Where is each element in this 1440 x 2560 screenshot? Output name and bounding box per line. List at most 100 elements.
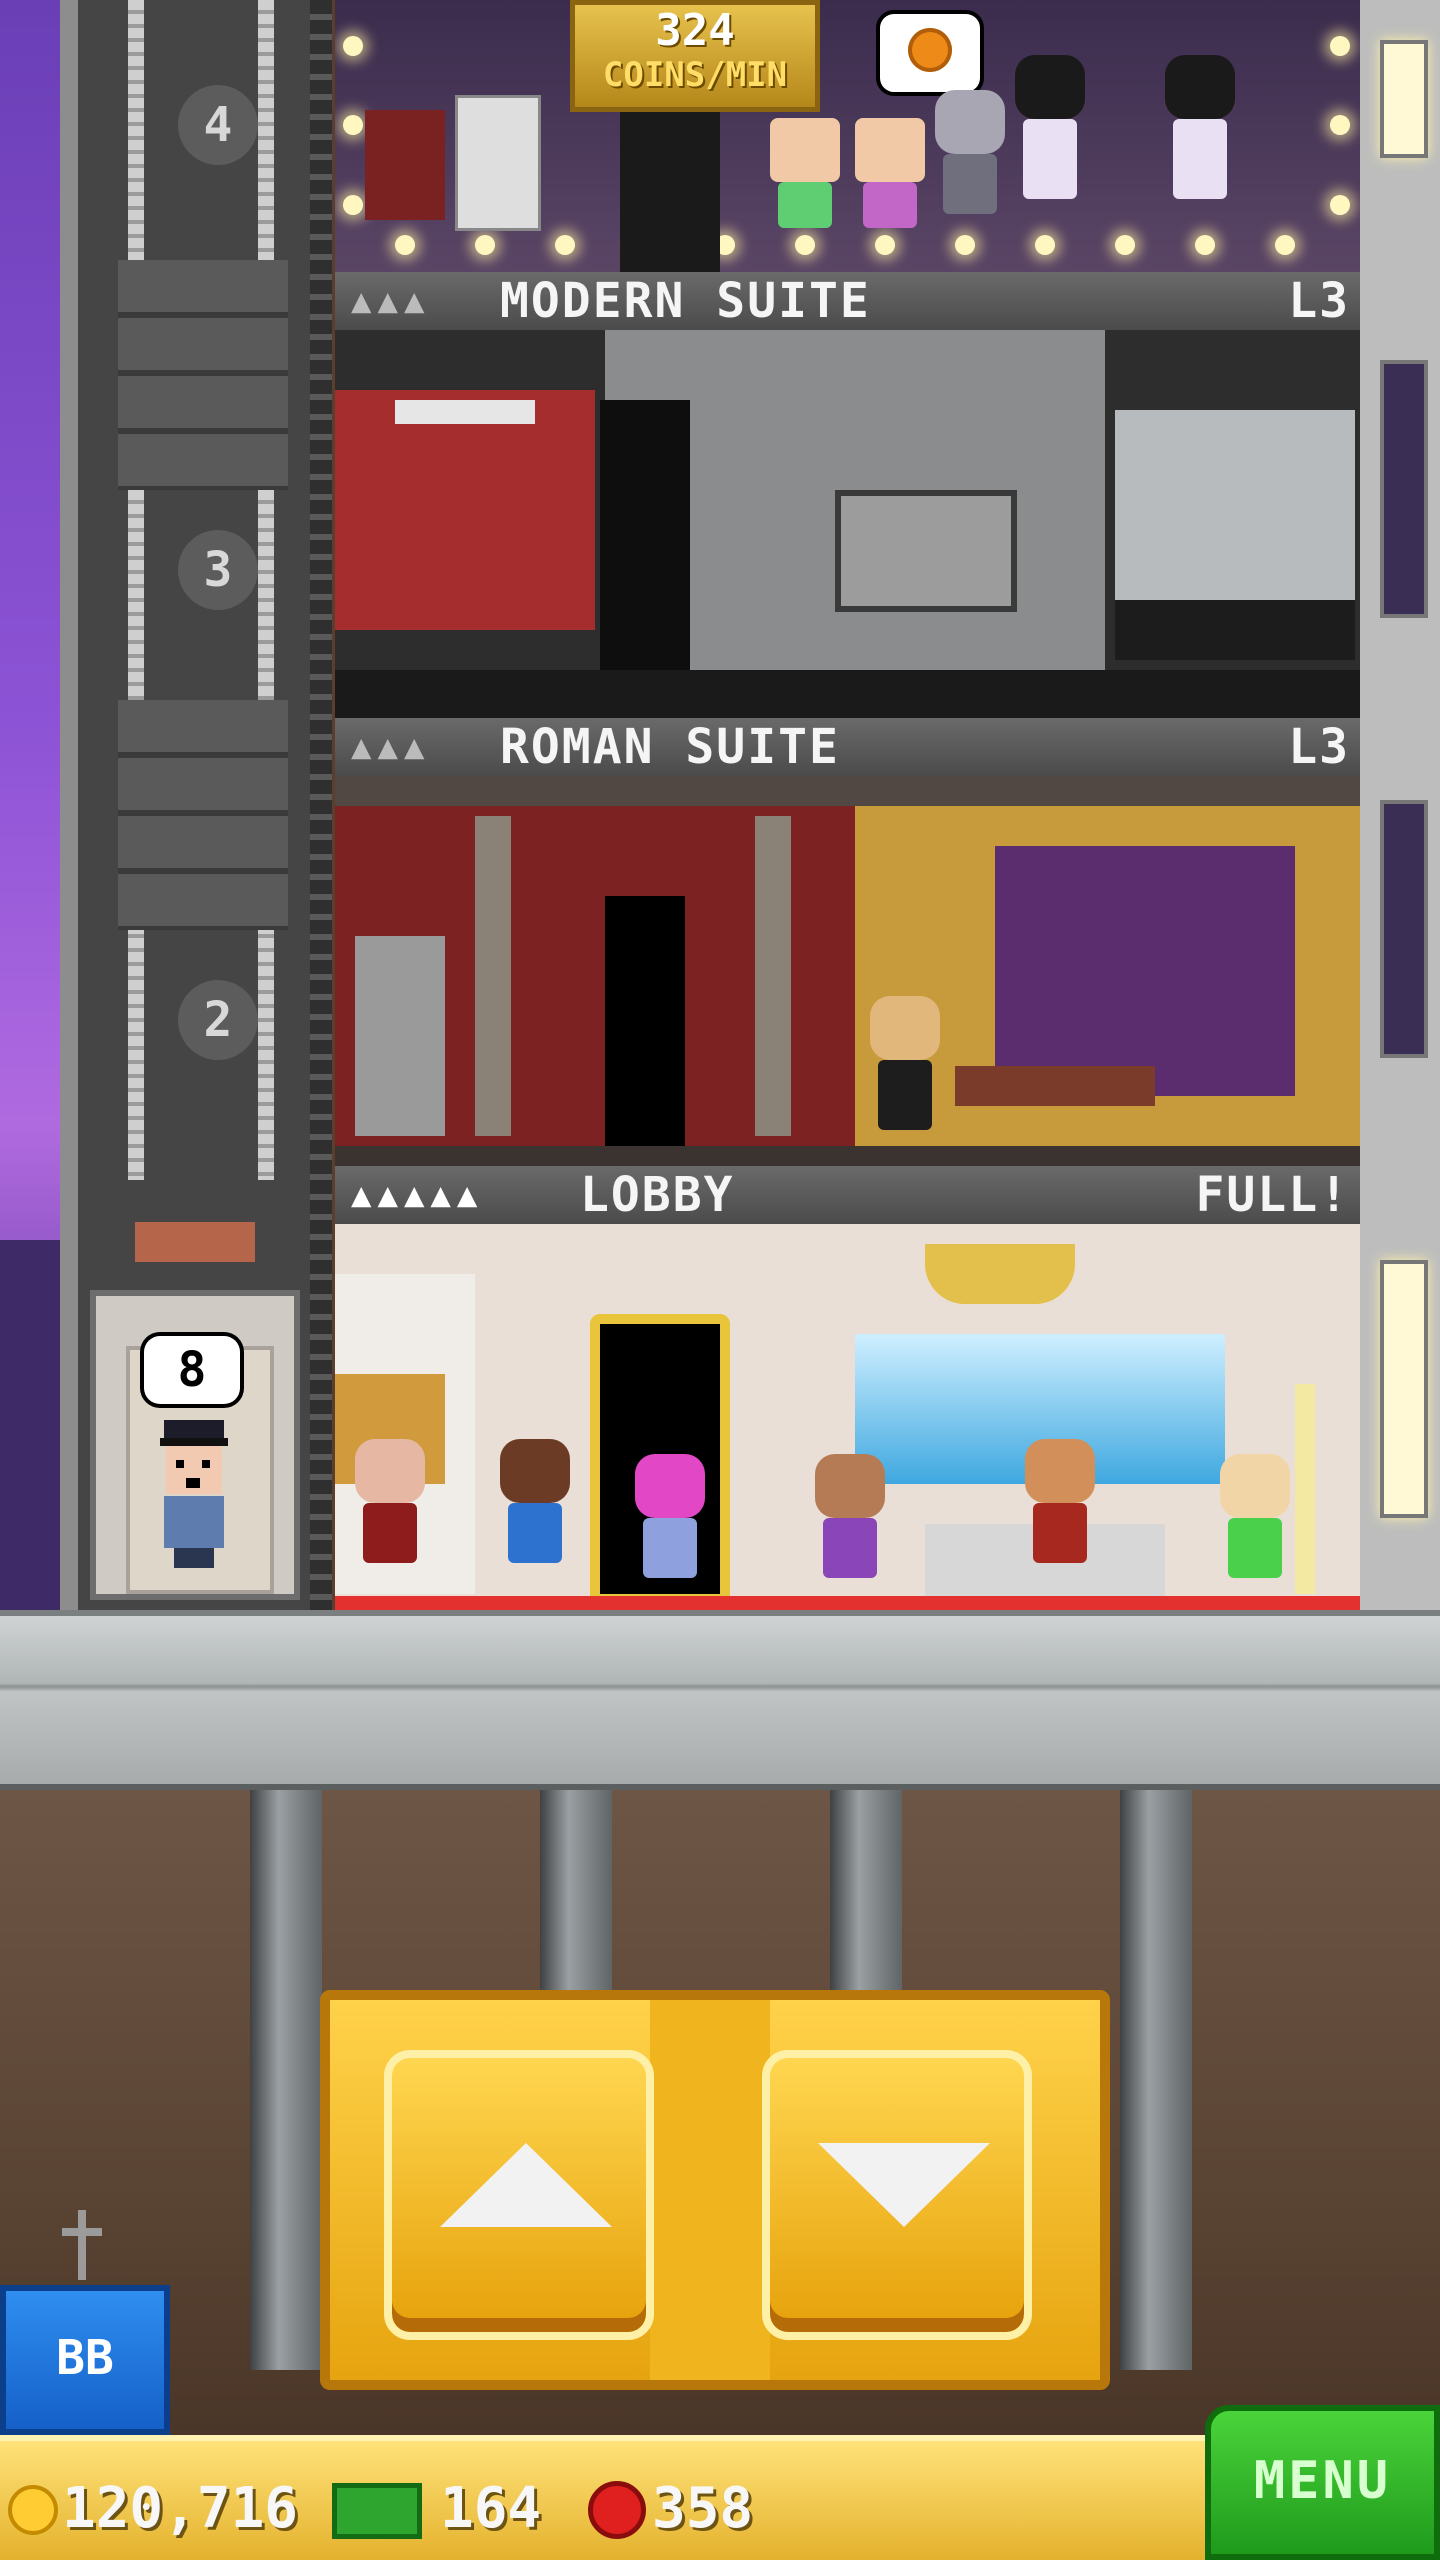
support-pillar xyxy=(1120,1790,1192,2370)
light-bulb xyxy=(1275,235,1295,255)
bitizen[interactable] xyxy=(770,118,840,228)
elevator-down-button[interactable] xyxy=(762,2050,1032,2340)
elevator-car[interactable]: 8 xyxy=(90,1290,300,1600)
shaft-bricks xyxy=(118,260,288,490)
occupancy-people-icon: ▲▲▲ xyxy=(351,727,431,767)
light-bulb xyxy=(475,235,495,255)
coins-per-min-value: 324 xyxy=(655,5,735,56)
bitizen-speech-bubble[interactable] xyxy=(880,14,980,92)
bitizen[interactable] xyxy=(1220,1454,1290,1578)
coins-per-min-sign[interactable]: 324 COINS/MIN xyxy=(570,0,820,112)
cake-table xyxy=(365,110,445,220)
elevator-rail xyxy=(258,0,274,1180)
floor-strip xyxy=(335,1146,1360,1166)
floor-status-full: FULL! xyxy=(1195,1167,1350,1223)
floor-name: LOBBY xyxy=(580,1167,735,1223)
floor-number-3: 3 xyxy=(178,530,258,610)
arcade-machine xyxy=(455,95,541,231)
tower-bux-icon xyxy=(332,2483,422,2539)
roman-statue xyxy=(355,936,445,1136)
floor-strip xyxy=(335,670,1360,718)
floor-label-modern-suite[interactable]: ▲▲▲ MODERN SUITE L3 xyxy=(335,272,1360,330)
elevator-control-panel xyxy=(320,1990,1110,2390)
bitizen[interactable] xyxy=(815,1454,885,1578)
chandelier xyxy=(925,1244,1075,1304)
light-bulb xyxy=(343,195,363,215)
window xyxy=(1380,360,1428,618)
light-bulb xyxy=(1195,235,1215,255)
antenna-icon xyxy=(62,2210,102,2280)
modern-doorway xyxy=(600,400,690,700)
roman-doorway xyxy=(605,896,685,1146)
roman-column xyxy=(475,816,511,1136)
elevator-operator-icon xyxy=(160,1420,228,1568)
floor-modern-suite[interactable] xyxy=(335,330,1360,718)
wall-art xyxy=(835,490,1017,612)
floor-lobby[interactable] xyxy=(335,1224,1360,1610)
shaft-bricks xyxy=(118,700,288,930)
wall-stripe xyxy=(395,400,535,424)
elevator-rail xyxy=(128,0,144,1180)
tower-bux-count[interactable]: 164 xyxy=(440,2479,541,2539)
roman-column xyxy=(755,816,791,1136)
floor-number-4: 4 xyxy=(178,85,258,165)
red-carpet xyxy=(335,1596,1360,1610)
window xyxy=(1380,800,1428,1058)
elevator-up-button[interactable] xyxy=(384,2050,654,2340)
bitizen-bellhop[interactable] xyxy=(1025,1439,1095,1563)
light-bulb xyxy=(555,235,575,255)
occupancy-people-icon: ▲▲▲▲▲ xyxy=(351,1175,484,1215)
building-facade-right xyxy=(1360,0,1440,1610)
bitizen[interactable] xyxy=(855,118,925,228)
red-wall-panel xyxy=(335,390,595,630)
coins-count[interactable]: 120,716 xyxy=(62,2479,298,2539)
light-bulb xyxy=(395,235,415,255)
floor-4-party-room[interactable]: 324 COINS/MIN xyxy=(335,0,1360,272)
ground-slab xyxy=(0,1610,1440,1790)
menu-button[interactable]: MENU xyxy=(1205,2405,1440,2560)
pumpkin-icon xyxy=(908,28,952,72)
bitizen[interactable] xyxy=(635,1454,705,1578)
gem-icon xyxy=(588,2481,646,2539)
bitizen-costumed[interactable] xyxy=(1165,55,1235,199)
resource-bar: 120,716 164 358 xyxy=(0,2435,1215,2560)
bitizen[interactable] xyxy=(355,1439,425,1563)
purple-wall xyxy=(995,846,1295,1096)
support-pillar xyxy=(250,1790,322,2370)
city-skyline xyxy=(0,1240,60,1610)
light-bulb xyxy=(343,115,363,135)
floor-label-roman-suite[interactable]: ▲▲▲ ROMAN SUITE L3 xyxy=(335,718,1360,776)
floor-level: L3 xyxy=(1288,719,1350,775)
floor-name: MODERN SUITE xyxy=(500,273,871,329)
shaft-track xyxy=(310,0,332,1610)
light-bulb xyxy=(875,235,895,255)
arrow-down-icon xyxy=(818,2143,990,2227)
light-bulb xyxy=(1330,36,1350,56)
window xyxy=(1380,1260,1428,1518)
light-bulb xyxy=(1330,195,1350,215)
floor-label-lobby[interactable]: ▲▲▲▲▲ LOBBY FULL! xyxy=(335,1166,1360,1224)
light-bulb xyxy=(1115,235,1135,255)
elevator-counterweight xyxy=(135,1222,255,1262)
window xyxy=(1380,40,1428,158)
light-bulb xyxy=(1035,235,1055,255)
coins-per-min-unit: COINS/MIN xyxy=(602,55,788,95)
elevator-passenger-count: 8 xyxy=(144,1336,240,1404)
modern-bed xyxy=(1115,600,1355,660)
bitizen-clown[interactable] xyxy=(500,1439,570,1563)
arrow-up-icon xyxy=(440,2143,612,2227)
floor-name: ROMAN SUITE xyxy=(500,719,840,775)
gems-count[interactable]: 358 xyxy=(652,2479,753,2539)
panel-divider xyxy=(650,2000,770,2380)
bitizen[interactable] xyxy=(870,996,940,1130)
window-wall xyxy=(1115,410,1355,600)
bitizen-costumed[interactable] xyxy=(1015,55,1085,199)
light-bulb xyxy=(1330,115,1350,135)
coin-icon xyxy=(8,2485,58,2535)
bitbook-button[interactable]: BB xyxy=(0,2285,170,2435)
floor-level: L3 xyxy=(1288,273,1350,329)
light-bulb xyxy=(343,36,363,56)
bitizen-zombie[interactable] xyxy=(935,90,1005,214)
floor-roman-suite[interactable] xyxy=(335,776,1360,1166)
floor-number-2: 2 xyxy=(178,980,258,1060)
